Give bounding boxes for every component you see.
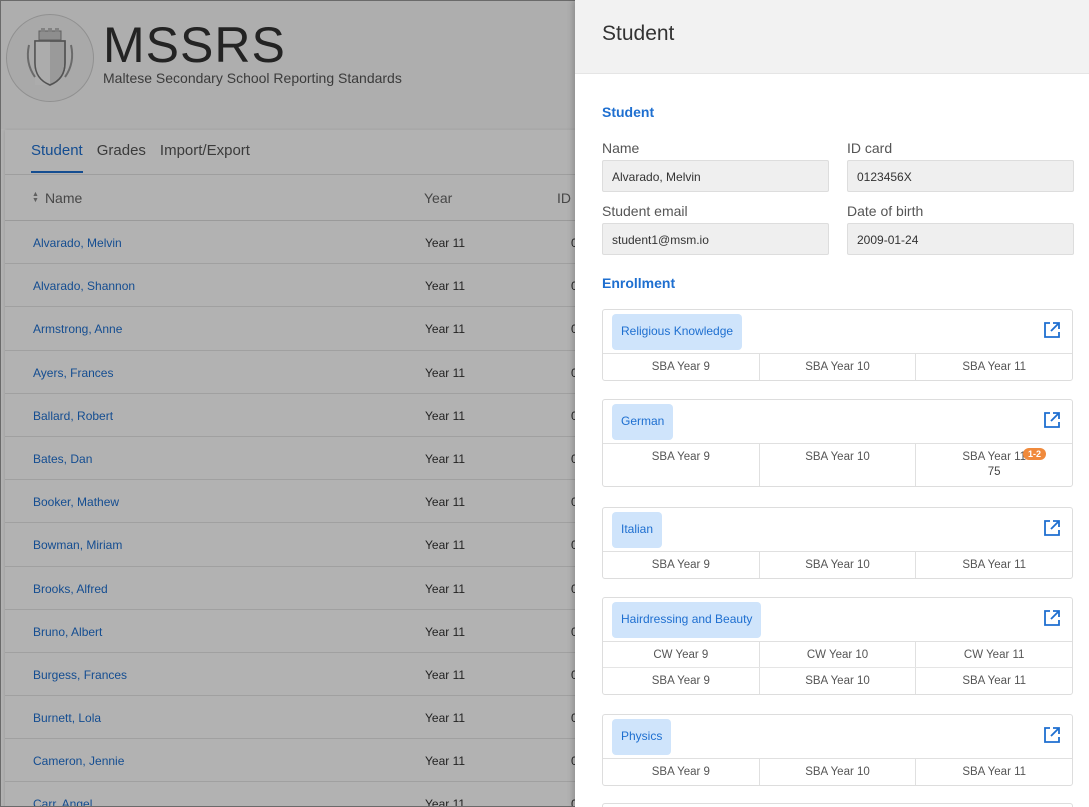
enrollment-card: Religious Knowledge SBA Year 9 SBA Year … xyxy=(602,309,1073,381)
name-field[interactable]: Alvarado, Melvin xyxy=(602,160,829,192)
assessment-row: SBA Year 9 SBA Year 10 SBA Year 11 xyxy=(603,552,1072,578)
assessment-row: SBA Year 9 SBA Year 10 SBA Year 11 xyxy=(603,759,1072,785)
student-email-field[interactable]: student1@msm.io xyxy=(602,223,829,255)
id-card-field[interactable]: 0123456X xyxy=(847,160,1074,192)
enrollment-card-partial xyxy=(602,803,1073,807)
external-link-icon[interactable] xyxy=(1043,609,1061,627)
assessment-row: SBA Year 9 SBA Year 10 SBA Year 11 1-2 7… xyxy=(603,444,1072,486)
assessment-cell-label: SBA Year 11 xyxy=(962,451,1027,463)
assessment-cell[interactable]: CW Year 10 xyxy=(760,642,917,667)
assessment-cell[interactable]: CW Year 9 xyxy=(603,642,760,667)
assessment-cell-graded[interactable]: SBA Year 11 1-2 75 xyxy=(916,444,1072,486)
enrollment-card: German SBA Year 9 SBA Year 10 SBA Year 1… xyxy=(602,399,1073,487)
name-label: Name xyxy=(602,140,640,156)
enrollment-header: Italian xyxy=(603,508,1072,552)
date-of-birth-field[interactable]: 2009-01-24 xyxy=(847,223,1074,255)
assessment-row: CW Year 9 CW Year 10 CW Year 11 xyxy=(603,642,1072,668)
enrollment-card: Physics SBA Year 9 SBA Year 10 SBA Year … xyxy=(602,714,1073,786)
assessment-cell[interactable]: SBA Year 11 xyxy=(916,354,1072,380)
student-section-title: Student xyxy=(602,104,655,120)
assessment-cell[interactable]: CW Year 11 xyxy=(916,642,1072,667)
assessment-score: 75 xyxy=(987,466,1001,478)
assessment-cell[interactable]: SBA Year 9 xyxy=(603,668,760,694)
enrollment-header: Hairdressing and Beauty xyxy=(603,598,1072,642)
subject-chip[interactable]: German xyxy=(612,404,674,440)
assessment-cell[interactable]: SBA Year 9 xyxy=(603,759,760,785)
assessment-cell[interactable]: SBA Year 10 xyxy=(760,354,917,380)
subject-chip[interactable]: Physics xyxy=(612,719,672,755)
assessment-cell[interactable]: SBA Year 10 xyxy=(760,759,917,785)
assessment-cell[interactable]: SBA Year 10 xyxy=(760,668,917,694)
assessment-row: SBA Year 9 SBA Year 10 SBA Year 11 xyxy=(603,354,1072,380)
enrollment-header: Physics xyxy=(603,715,1072,759)
enrollment-header: Religious Knowledge xyxy=(603,310,1072,354)
enrollment-header: German xyxy=(603,400,1072,444)
assessment-cell[interactable]: SBA Year 10 xyxy=(760,552,917,578)
external-link-icon[interactable] xyxy=(1043,519,1061,537)
external-link-icon[interactable] xyxy=(1043,726,1061,744)
subject-chip[interactable]: Religious Knowledge xyxy=(612,314,743,350)
subject-chip[interactable]: Hairdressing and Beauty xyxy=(612,602,762,638)
assessment-cell[interactable]: SBA Year 10 xyxy=(760,444,917,486)
subject-chip[interactable]: Italian xyxy=(612,512,663,548)
drawer-title: Student xyxy=(575,0,1089,74)
assessment-row: SBA Year 9 SBA Year 10 SBA Year 11 xyxy=(603,668,1072,694)
assessment-cell[interactable]: SBA Year 9 xyxy=(603,444,760,486)
assessment-cell[interactable]: SBA Year 9 xyxy=(603,552,760,578)
student-email-label: Student email xyxy=(602,203,688,219)
assessment-cell[interactable]: SBA Year 9 xyxy=(603,354,760,380)
enrollment-section-title: Enrollment xyxy=(602,275,676,291)
level-badge: 1-2 xyxy=(1023,448,1047,460)
assessment-cell[interactable]: SBA Year 11 xyxy=(916,552,1072,578)
enrollment-card: Hairdressing and Beauty CW Year 9 CW Yea… xyxy=(602,597,1073,695)
assessment-cell[interactable]: SBA Year 11 xyxy=(916,759,1072,785)
external-link-icon[interactable] xyxy=(1043,321,1061,339)
date-of-birth-label: Date of birth xyxy=(847,203,924,219)
enrollment-card: Italian SBA Year 9 SBA Year 10 SBA Year … xyxy=(602,507,1073,579)
student-drawer: Student Student Name Alvarado, Melvin ID… xyxy=(575,0,1089,807)
external-link-icon[interactable] xyxy=(1043,411,1061,429)
assessment-cell[interactable]: SBA Year 11 xyxy=(916,668,1072,694)
id-card-label: ID card xyxy=(847,140,893,156)
